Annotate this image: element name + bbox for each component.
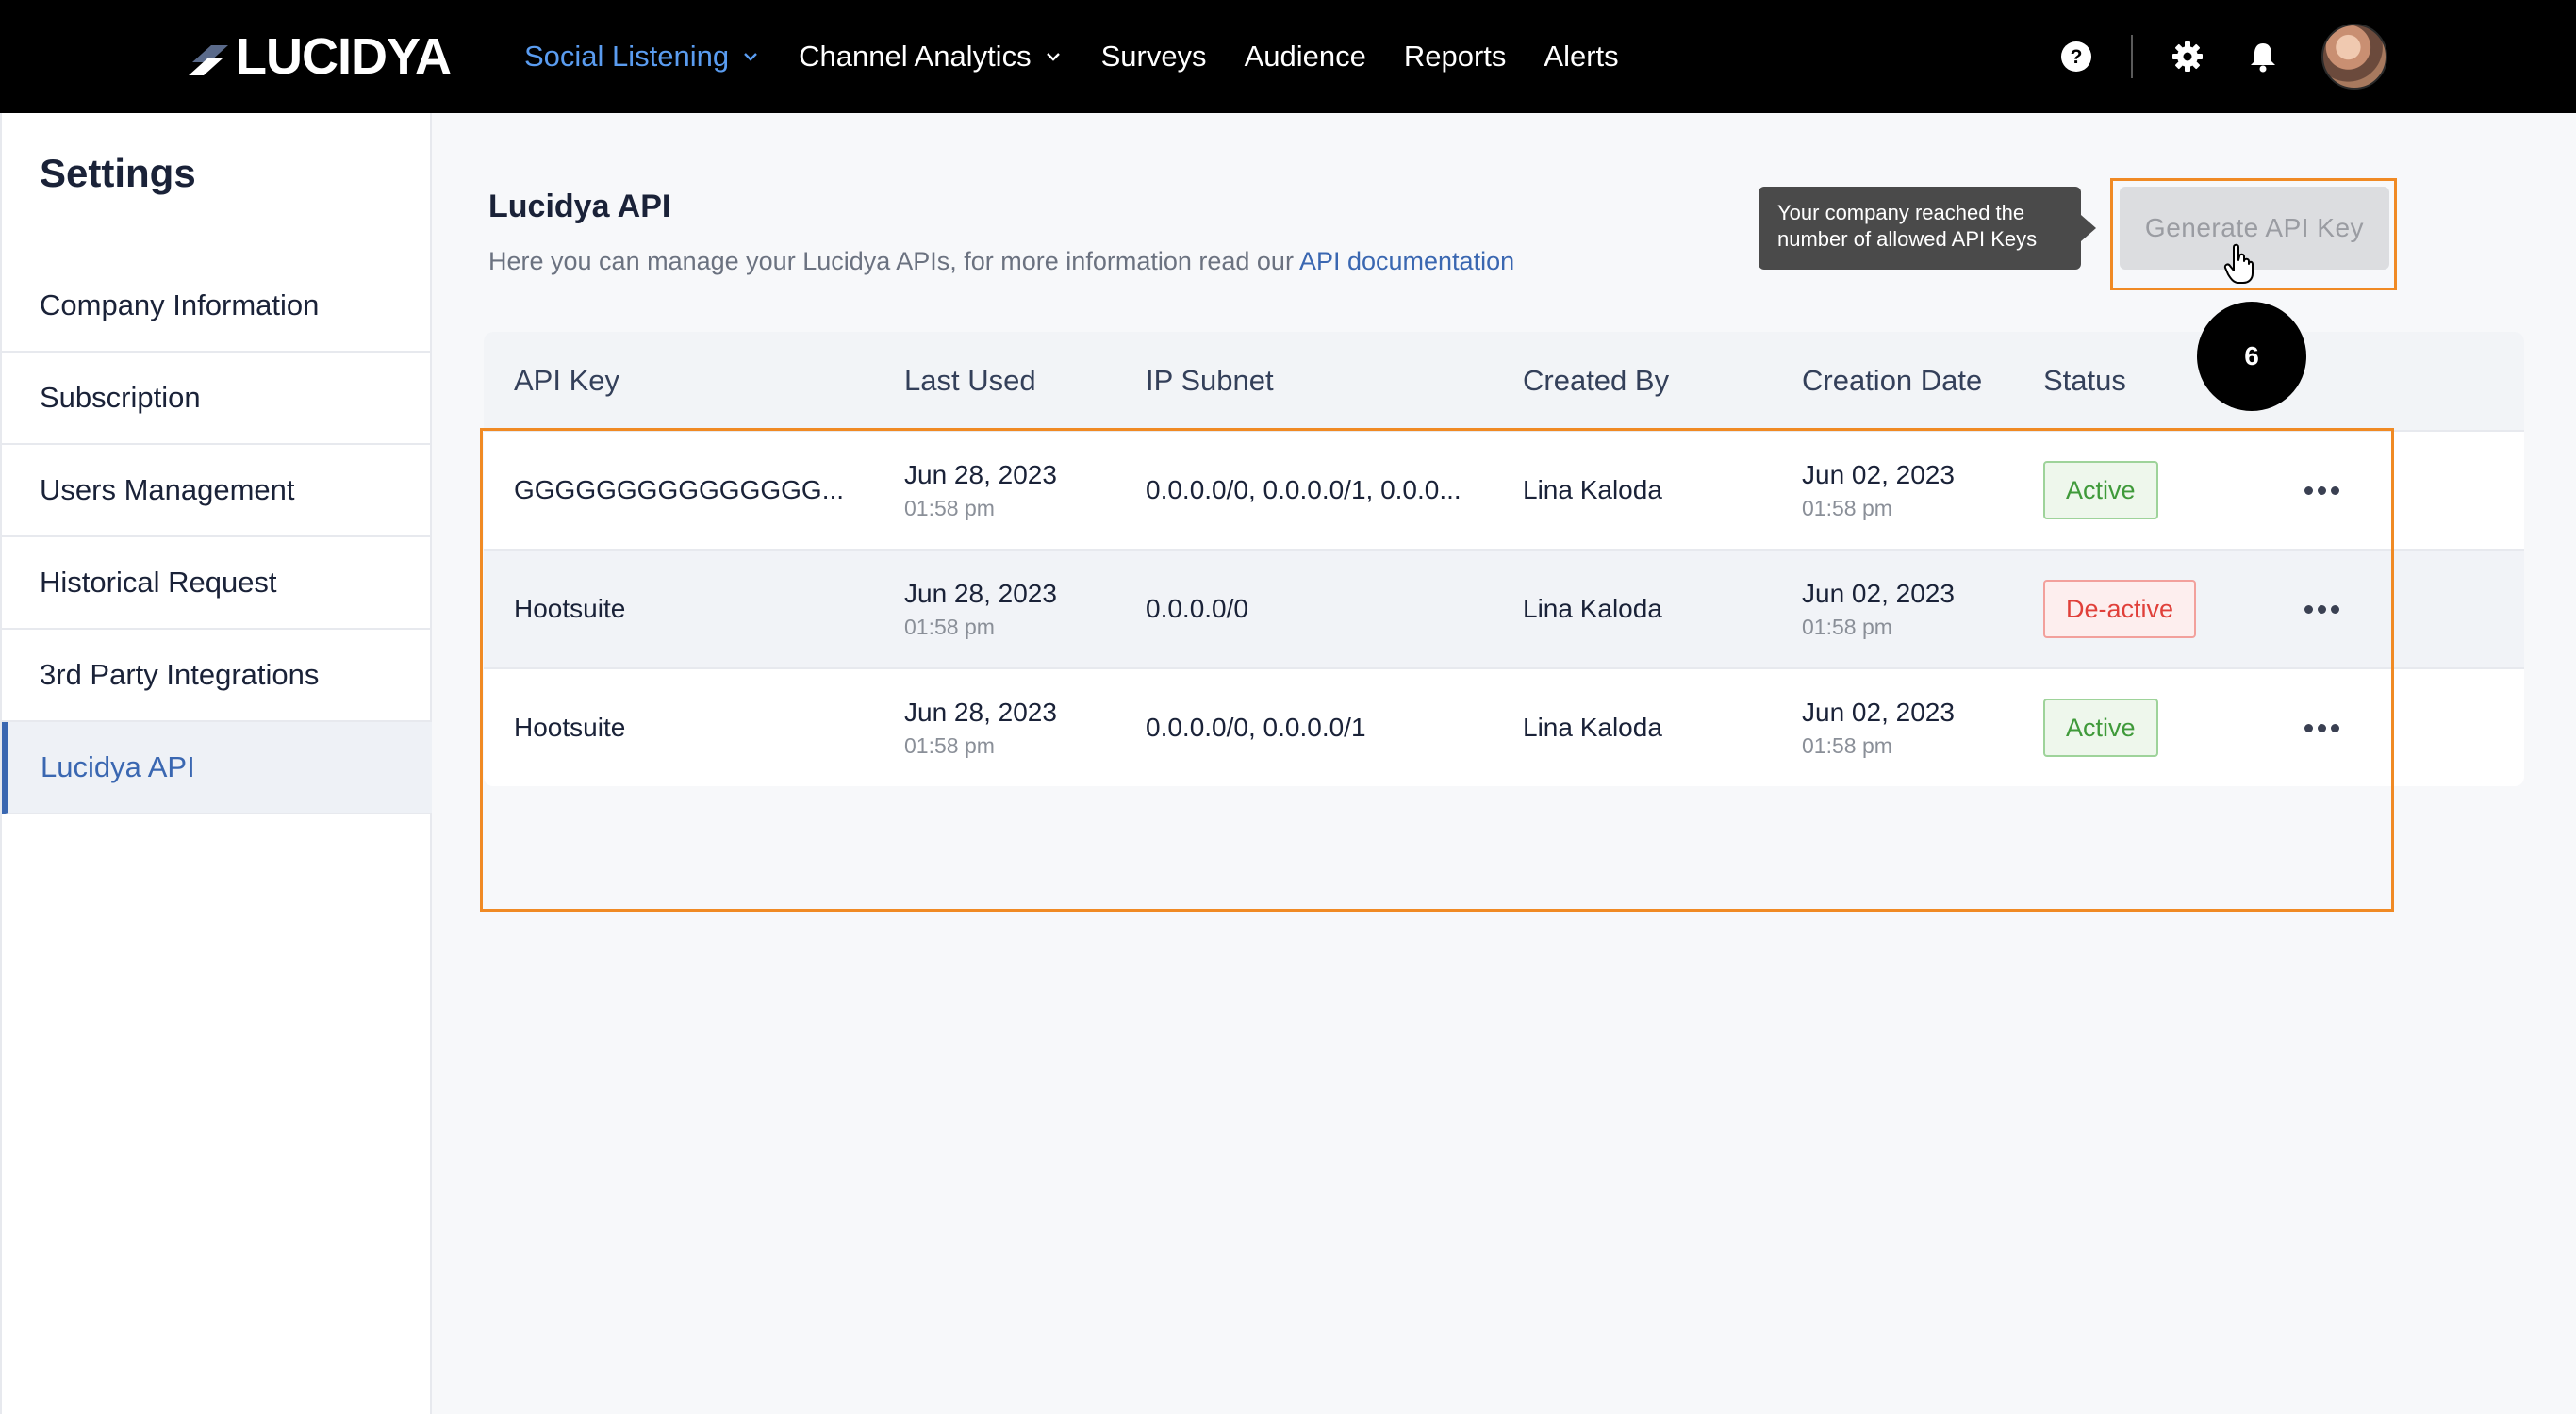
nav-divider	[2131, 35, 2133, 78]
more-options-icon[interactable]	[2304, 604, 2339, 614]
last-used: Jun 28, 2023 01:58 pm	[904, 579, 1146, 640]
nav-audience[interactable]: Audience	[1245, 40, 1366, 74]
main-content: Lucidya API Here you can manage your Luc…	[432, 113, 2576, 1414]
created-by: Lina Kaloda	[1523, 594, 1662, 623]
nav-channel-analytics-label: Channel Analytics	[799, 40, 1032, 73]
ip-subnet: 0.0.0.0/0, 0.0.0.0/1, 0.0.0...	[1146, 475, 1461, 504]
status-badge: Active	[2043, 699, 2158, 757]
sidebar-item-lucidya-api[interactable]: Lucidya API	[2, 722, 432, 814]
nav-audience-label: Audience	[1244, 40, 1366, 73]
top-navigation-bar: LUCIDYA Social Listening Channel Analyti…	[0, 0, 2576, 113]
last-used-time: 01:58 pm	[904, 614, 995, 639]
nav-social-listening[interactable]: Social Listening	[524, 40, 761, 74]
nav-channel-analytics[interactable]: Channel Analytics	[799, 40, 1063, 74]
created-by: Lina Kaloda	[1523, 475, 1662, 504]
svg-text:?: ?	[2071, 46, 2083, 68]
brand-name: LUCIDYA	[236, 28, 452, 85]
more-options-icon[interactable]	[2304, 485, 2339, 495]
sidebar-item-3rd-party-integrations[interactable]: 3rd Party Integrations	[2, 630, 432, 722]
nav-alerts-label: Alerts	[1544, 40, 1619, 73]
step-badge: 6	[2197, 302, 2306, 411]
bell-icon[interactable]	[2244, 38, 2282, 75]
nav-reports[interactable]: Reports	[1404, 40, 1507, 74]
creation-date: Jun 02, 2023 01:58 pm	[1802, 579, 2043, 640]
main-nav: Social Listening Channel Analytics Surve…	[524, 0, 1657, 113]
nav-reports-label: Reports	[1403, 40, 1507, 73]
limit-tooltip: Your company reached the number of allow…	[1759, 187, 2096, 270]
header-last-used: Last Used	[904, 364, 1036, 397]
table-row: GGGGGGGGGGGGGGG... Jun 28, 2023 01:58 pm…	[484, 430, 2524, 549]
logo-mark-icon	[189, 45, 228, 75]
sidebar-menu: Company Information Subscription Users M…	[2, 260, 432, 814]
more-options-icon[interactable]	[2304, 723, 2339, 732]
last-used-date: Jun 28, 2023	[904, 578, 1057, 608]
sidebar-title: Settings	[40, 151, 196, 195]
status-badge: Active	[2043, 461, 2158, 519]
creation-date-value: Jun 02, 2023	[1802, 578, 1955, 608]
last-used-date: Jun 28, 2023	[904, 459, 1057, 489]
page-title: Lucidya API	[488, 189, 671, 224]
sidebar-item-users-management[interactable]: Users Management	[2, 445, 432, 537]
nav-social-listening-label: Social Listening	[524, 40, 730, 73]
creation-date-value: Jun 02, 2023	[1802, 459, 1955, 489]
creation-date: Jun 02, 2023 01:58 pm	[1802, 698, 2043, 759]
nav-alerts[interactable]: Alerts	[1544, 40, 1618, 74]
chevron-down-icon	[1046, 53, 1060, 61]
avatar[interactable]	[2321, 24, 2387, 90]
creation-time-value: 01:58 pm	[1802, 732, 1892, 758]
last-used-time: 01:58 pm	[904, 495, 995, 520]
ip-subnet: 0.0.0.0/0, 0.0.0.0/1	[1146, 713, 1366, 742]
creation-time-value: 01:58 pm	[1802, 495, 1892, 520]
table-row: Hootsuite Jun 28, 2023 01:58 pm 0.0.0.0/…	[484, 667, 2524, 786]
header-ip-subnet: IP Subnet	[1146, 364, 1274, 397]
api-documentation-link[interactable]: API documentation	[1299, 247, 1514, 275]
nav-surveys[interactable]: Surveys	[1101, 40, 1207, 74]
api-key-value: GGGGGGGGGGGGGGG...	[514, 475, 845, 504]
sidebar-item-subscription[interactable]: Subscription	[2, 353, 432, 445]
help-icon[interactable]: ?	[2057, 38, 2095, 75]
api-key-value: Hootsuite	[514, 713, 626, 742]
sidebar-item-company-information[interactable]: Company Information	[2, 260, 432, 353]
last-used: Jun 28, 2023 01:58 pm	[904, 460, 1146, 521]
lucidya-logo[interactable]: LUCIDYA	[185, 28, 452, 85]
page-description-text: Here you can manage your Lucidya APIs, f…	[488, 247, 1299, 275]
creation-date: Jun 02, 2023 01:58 pm	[1802, 460, 2043, 521]
header-created-by: Created By	[1523, 364, 1670, 397]
last-used-date: Jun 28, 2023	[904, 697, 1057, 727]
table-row: Hootsuite Jun 28, 2023 01:58 pm 0.0.0.0/…	[484, 549, 2524, 667]
created-by: Lina Kaloda	[1523, 713, 1662, 742]
api-key-value: Hootsuite	[514, 594, 626, 623]
gear-icon[interactable]	[2169, 38, 2206, 75]
status-badge: De-active	[2043, 580, 2197, 638]
nav-surveys-label: Surveys	[1100, 40, 1207, 73]
nav-utilities: ?	[2057, 0, 2387, 113]
settings-sidebar: Settings Company Information Subscriptio…	[0, 113, 432, 1414]
last-used-time: 01:58 pm	[904, 732, 995, 758]
sidebar-item-historical-request[interactable]: Historical Request	[2, 537, 432, 630]
creation-time-value: 01:58 pm	[1802, 614, 1892, 639]
hand-cursor-icon	[2223, 243, 2254, 284]
creation-date-value: Jun 02, 2023	[1802, 697, 1955, 727]
last-used: Jun 28, 2023 01:58 pm	[904, 698, 1146, 759]
page-description: Here you can manage your Lucidya APIs, f…	[488, 247, 1514, 276]
ip-subnet: 0.0.0.0/0	[1146, 594, 1248, 623]
header-api-key: API Key	[514, 364, 619, 397]
chevron-down-icon	[744, 53, 757, 61]
header-creation-date: Creation Date	[1802, 364, 1983, 397]
